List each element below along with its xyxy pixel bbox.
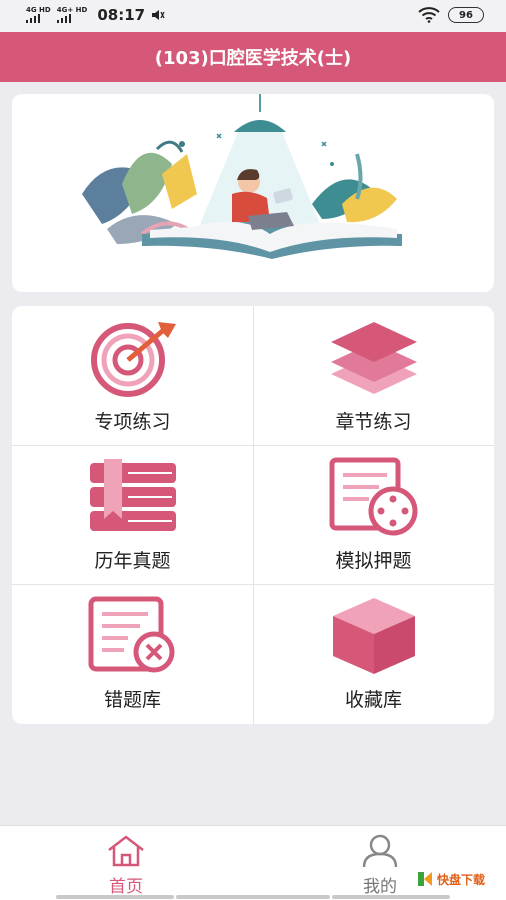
signal-bars-icon (56, 14, 71, 23)
menu-item-wrong-questions[interactable]: 错题库 (12, 584, 253, 723)
target-icon (91, 322, 176, 397)
watermark-text: 快盘下载 (437, 872, 486, 887)
signal-2: 4G+ HD (56, 6, 88, 23)
user-icon (362, 834, 398, 868)
page-title: (103)口腔医学技术(士) (154, 48, 352, 69)
gesture-bar (332, 895, 450, 899)
menu-item-chapter-practice[interactable]: 章节练习 (253, 306, 494, 445)
favorites-box-icon (333, 598, 415, 674)
signal-1: 4G HD (26, 7, 51, 23)
watermark: 快盘下载 (416, 870, 485, 888)
signal-bars-icon (26, 14, 40, 23)
menu-item-label: 模拟押题 (335, 550, 412, 572)
signal-1-label: 4G HD (26, 6, 51, 14)
battery-level: 96 (459, 9, 473, 21)
battery-indicator: 96 (448, 7, 484, 23)
wrong-questions-icon (88, 596, 175, 673)
layers-icon (331, 322, 417, 394)
status-bar: 4G HD 4G+ HD 08:17 96 (0, 0, 506, 32)
reading-illustration (82, 94, 402, 259)
app-header: (103)口腔医学技术(士) (0, 32, 506, 82)
home-icon (108, 835, 144, 867)
menu-item-label: 专项练习 (94, 411, 171, 433)
nav-mine-label: 我的 (363, 877, 397, 897)
books-icon (90, 459, 176, 531)
menu-item-label: 收藏库 (344, 689, 402, 711)
menu-item-past-exams[interactable]: 历年真题 (12, 445, 253, 584)
mute-icon (152, 10, 165, 20)
gesture-bar (176, 895, 330, 899)
nav-home[interactable]: 首页 (66, 834, 186, 897)
menu-item-label: 章节练习 (335, 411, 412, 433)
nav-home-label: 首页 (109, 877, 143, 897)
mock-exam-icon (329, 457, 418, 536)
kuaipan-logo-icon (418, 872, 432, 886)
clock: 08:17 (97, 6, 146, 24)
menu-item-favorites[interactable]: 收藏库 (253, 584, 494, 723)
menu-item-label: 错题库 (103, 689, 161, 711)
wifi-icon (418, 7, 440, 23)
gesture-bar (56, 895, 174, 899)
menu-item-mock-questions[interactable]: 模拟押题 (253, 445, 494, 584)
banner (12, 94, 494, 292)
menu-item-label: 历年真题 (94, 550, 171, 572)
menu-grid: 专项练习 章节练习 历年真题 模拟押题 错题库 收藏库 (12, 306, 494, 724)
bottom-nav: 首页 我的 (0, 825, 506, 900)
signal-2-label: 4G+ HD (56, 6, 88, 14)
menu-item-special-practice[interactable]: 专项练习 (12, 306, 253, 445)
